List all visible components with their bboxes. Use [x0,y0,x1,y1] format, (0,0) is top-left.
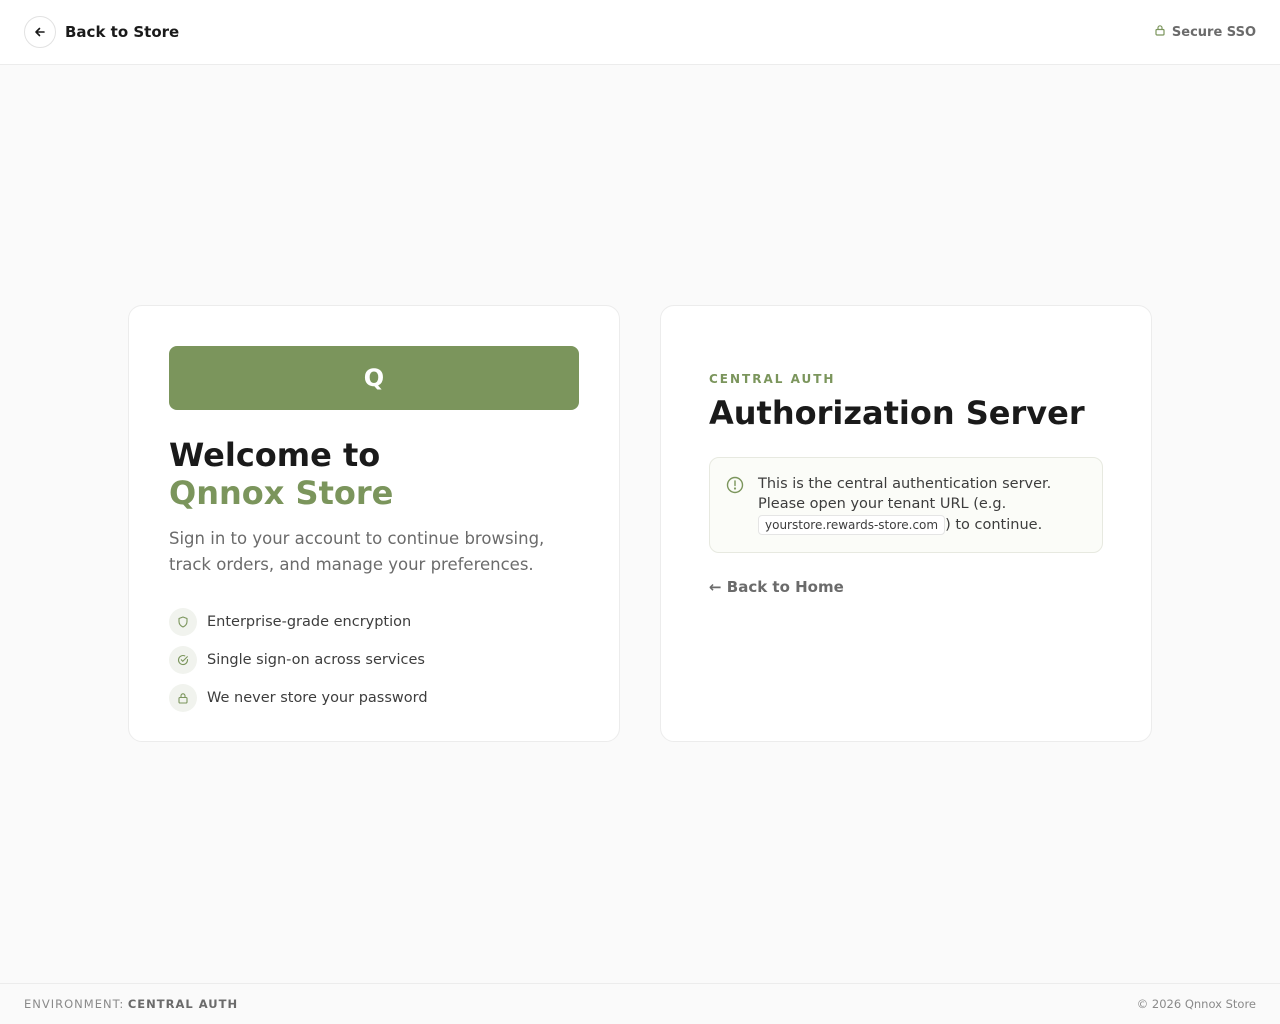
welcome-subtitle: Sign in to your account to continue brow… [169,529,545,574]
secure-sso-badge: Secure SSO [1154,24,1256,40]
alert-circle-icon [726,474,746,536]
lock-icon [1154,24,1166,40]
shield-icon [169,608,197,636]
notice-text: This is the central authentication serve… [758,474,1086,536]
copyright: © 2026 Qnnox Store [1136,997,1256,1011]
brand-name: Qnnox Store [169,474,394,512]
back-to-store-label[interactable]: Back to Store [65,23,179,41]
feature-item: We never store your password [169,679,579,717]
feature-label: Single sign-on across services [207,652,425,668]
arrow-left-icon[interactable] [24,16,56,48]
auth-server-card: CENTRAL AUTH Authorization Server This i… [660,305,1152,742]
welcome-line: Welcome to [169,436,381,474]
feature-list: Enterprise-grade encryption Single sign-… [169,603,579,717]
environment-label: ENVIRONMENT: [24,997,125,1011]
environment-value: CENTRAL AUTH [127,997,239,1011]
tenant-url-example: yourstore.rewards-store.com [758,515,946,535]
notice-text-after: ) to continue. [945,517,1043,533]
welcome-card: Q Welcome to Qnnox Store Sign in to your… [128,305,620,742]
secure-sso-label: Secure SSO [1171,24,1256,40]
feature-label: We never store your password [207,690,428,706]
brand-logo: Q [169,346,579,410]
back-to-home-link[interactable]: ← Back to Home [709,578,844,596]
logo-letter: Q [363,364,385,392]
environment-indicator: ENVIRONMENT: CENTRAL AUTH [24,997,238,1011]
feature-label: Enterprise-grade encryption [207,614,412,630]
info-notice: This is the central authentication serve… [709,457,1103,553]
back-to-store-link[interactable]: Back to Store [24,16,179,48]
welcome-heading: Welcome to Qnnox Store [169,436,579,512]
lock-icon [169,684,197,712]
page-title: Authorization Server [709,394,1085,432]
check-circle-icon [169,646,197,674]
feature-item: Enterprise-grade encryption [169,603,579,641]
notice-text-before: This is the central authentication serve… [758,476,1052,512]
feature-item: Single sign-on across services [169,641,579,679]
top-bar: Back to Store Secure SSO [0,0,1280,65]
central-auth-eyebrow: CENTRAL AUTH [709,372,836,386]
footer: ENVIRONMENT: CENTRAL AUTH © 2026 Qnnox S… [0,983,1280,1024]
